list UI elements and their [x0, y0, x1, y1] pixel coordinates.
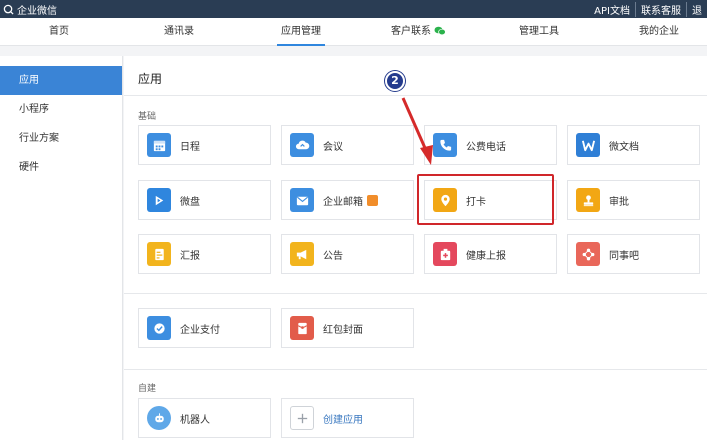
step-number-badge: 2	[385, 71, 405, 91]
annotation-arrow	[401, 97, 433, 165]
